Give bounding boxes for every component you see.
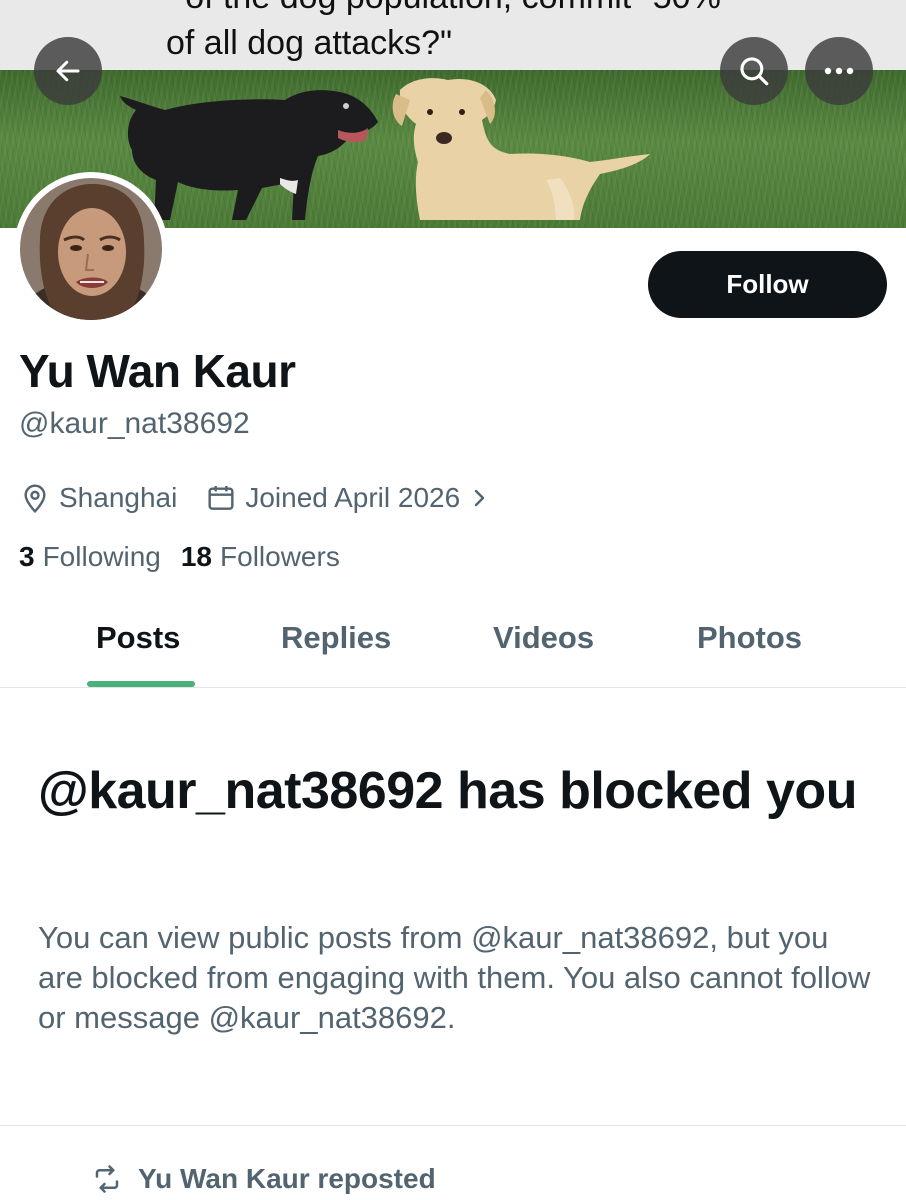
followers-count: 18	[180, 541, 213, 572]
repost-indicator: Yu Wan Kaur reposted	[90, 1163, 436, 1195]
follow-button[interactable]: Follow	[648, 251, 887, 318]
calendar-icon	[208, 486, 234, 510]
following-count: 3	[19, 541, 35, 572]
location-text: Shanghai	[59, 482, 178, 513]
active-tab-indicator	[87, 681, 195, 687]
tab-replies[interactable]: Replies	[281, 620, 391, 656]
back-button[interactable]	[34, 37, 102, 105]
avatar-image	[20, 178, 162, 320]
profile-tabs: Posts Replies Videos Photos	[0, 600, 906, 688]
blocked-title: @kaur_nat38692 has blocked you	[38, 762, 857, 820]
divider	[0, 1125, 906, 1126]
blocked-body: You can view public posts from @kaur_nat…	[38, 920, 871, 1035]
display-name: Yu Wan Kaur	[19, 345, 296, 397]
more-button[interactable]	[805, 37, 873, 105]
black-dog	[120, 90, 378, 220]
banner-caption-line1: of the dog population, commit "50%	[0, 0, 906, 20]
followers-label: Followers	[220, 541, 340, 572]
follow-stats: 3 Following 18 Followers	[19, 541, 360, 573]
followers-stat[interactable]: 18 Followers	[181, 541, 340, 573]
joined-date[interactable]: Joined April 2026	[205, 482, 496, 514]
yellow-lab-dog	[392, 78, 650, 220]
repost-icon	[95, 1165, 119, 1193]
search-icon	[740, 57, 769, 86]
search-button[interactable]	[720, 37, 788, 105]
repost-label[interactable]: Yu Wan Kaur reposted	[138, 1163, 436, 1195]
following-stat[interactable]: 3 Following	[19, 541, 161, 573]
tab-videos[interactable]: Videos	[493, 620, 594, 656]
profile-avatar[interactable]	[14, 172, 168, 326]
following-label: Following	[42, 541, 161, 572]
avatar-portrait	[20, 178, 162, 320]
more-horizontal-icon	[824, 67, 854, 75]
chevron-right-icon	[474, 489, 485, 507]
location: Shanghai	[19, 482, 177, 514]
tab-photos[interactable]: Photos	[697, 620, 802, 656]
profile-meta: Shanghai Joined April 2026	[19, 478, 496, 518]
profile-handle: @kaur_nat38692	[19, 407, 250, 440]
tab-posts[interactable]: Posts	[96, 620, 180, 656]
joined-text: Joined April 2026	[245, 482, 461, 513]
arrow-left-icon	[56, 60, 80, 82]
location-pin-icon	[24, 484, 46, 514]
